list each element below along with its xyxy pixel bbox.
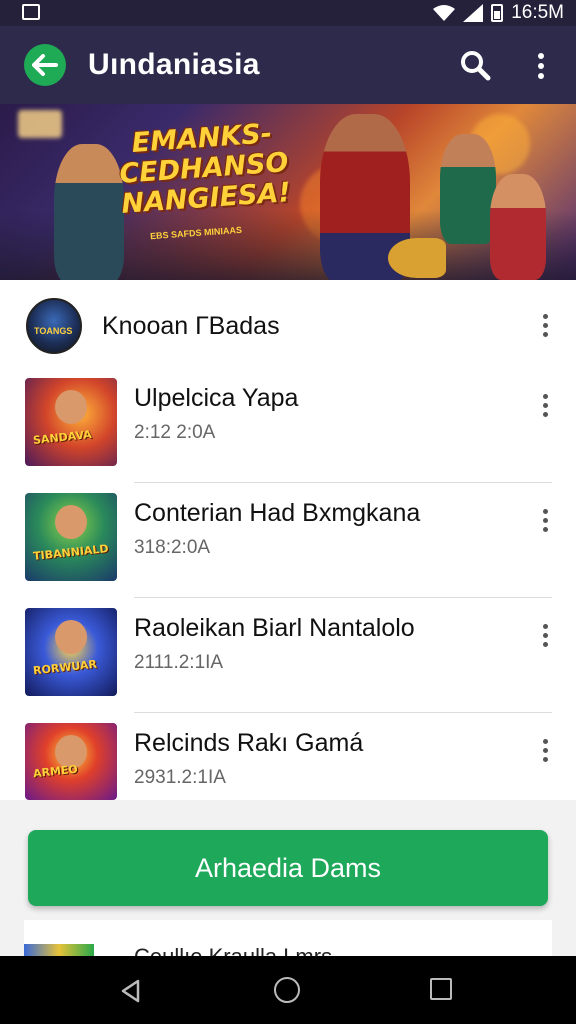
list-item[interactable]: RORWUAR Raoleikan Biarl Nantalolo 2111.2… bbox=[0, 598, 576, 713]
system-nav-bar bbox=[0, 956, 576, 1024]
more-vert-icon[interactable] bbox=[535, 735, 555, 765]
more-vert-icon[interactable] bbox=[526, 48, 556, 84]
cannon bbox=[388, 238, 446, 278]
character-right-a bbox=[440, 134, 496, 244]
game-subtitle: 318:2:0A bbox=[134, 537, 211, 558]
back-button[interactable] bbox=[24, 44, 66, 86]
game-thumbnail: ARMEO bbox=[25, 723, 117, 800]
more-vert-icon[interactable] bbox=[535, 390, 555, 420]
wifi-icon bbox=[433, 5, 456, 21]
game-title: Ceullıe Kraulla Lmrs bbox=[134, 944, 332, 956]
avatar-label: TOANGS bbox=[34, 326, 73, 336]
list-item[interactable]: TIBANNIALD Conterian Had Bxmgkana 318:2:… bbox=[0, 483, 576, 598]
list-item-peek[interactable]: Ceullıe Kraulla Lmrs bbox=[24, 920, 552, 956]
primary-cta-button[interactable]: Arhaedia Dams bbox=[28, 830, 548, 906]
promo-banner[interactable]: EMANKS-CEDHANSO NANGIESA! EBS SAFDS MINI… bbox=[0, 104, 576, 280]
thumbnail-label: TIBANNIALD bbox=[32, 542, 110, 563]
more-vert-icon[interactable] bbox=[535, 310, 555, 340]
search-icon bbox=[461, 51, 491, 81]
app-bar: Uındaniasia bbox=[0, 26, 576, 104]
game-thumbnail bbox=[24, 944, 94, 956]
thumbnail-label: ARMEO bbox=[32, 762, 79, 781]
status-time: 16:5M bbox=[511, 2, 564, 23]
list-item[interactable]: ARMEO Relcinds Rakı Gamá 2931.2:1IA bbox=[0, 713, 576, 800]
game-thumbnail: TIBANNIALD bbox=[25, 493, 117, 581]
more-vert-icon[interactable] bbox=[535, 505, 555, 535]
arrow-left-icon bbox=[32, 54, 58, 76]
game-title: Raoleikan Biarl Nantalolo bbox=[134, 614, 415, 642]
section-header[interactable]: TOANGS Knooan ГBadas bbox=[0, 280, 576, 370]
game-subtitle: 2:12 2:0A bbox=[134, 422, 216, 443]
game-subtitle: 2931.2:1IA bbox=[134, 767, 226, 788]
game-thumbnail: SANDAVA bbox=[25, 378, 117, 466]
game-title: Conterian Had Bxmgkana bbox=[134, 499, 421, 527]
game-subtitle: 2111.2:1IA bbox=[134, 652, 224, 673]
list-item[interactable]: SANDAVA Ulpelcica Yapa 2:12 2:0A bbox=[0, 368, 576, 483]
app-title: Uındaniasia bbox=[88, 48, 260, 81]
game-title: Relcinds Rakı Gamá bbox=[134, 729, 364, 757]
circle-home-icon[interactable] bbox=[274, 977, 300, 1003]
square-recents-icon[interactable] bbox=[430, 978, 452, 1000]
search-button[interactable] bbox=[458, 48, 494, 84]
more-vert-icon[interactable] bbox=[535, 620, 555, 650]
thumbnail-label: SANDAVA bbox=[32, 427, 93, 448]
game-thumbnail: RORWUAR bbox=[25, 608, 117, 696]
status-bar: 16:5M bbox=[0, 0, 576, 26]
battery-icon bbox=[491, 4, 504, 22]
banner-headline: EMANKS-CEDHANSO NANGIESA! bbox=[118, 118, 292, 220]
section-title: Knooan ГBadas bbox=[102, 312, 280, 340]
avatar: TOANGS bbox=[26, 298, 82, 354]
status-right: 16:5M bbox=[433, 2, 564, 24]
notification-icon bbox=[22, 4, 40, 20]
game-title: Ulpelcica Yapa bbox=[134, 384, 299, 412]
thumbnail-label: RORWUAR bbox=[32, 657, 98, 678]
triangle-back-icon[interactable] bbox=[118, 978, 144, 1004]
character-right-b bbox=[490, 174, 546, 280]
signal-icon bbox=[463, 4, 484, 22]
bottom-area: Arhaedia Dams Ceullıe Kraulla Lmrs bbox=[0, 800, 576, 956]
game-list: TOANGS Knooan ГBadas SANDAVA Ulpelcica Y… bbox=[0, 280, 576, 800]
